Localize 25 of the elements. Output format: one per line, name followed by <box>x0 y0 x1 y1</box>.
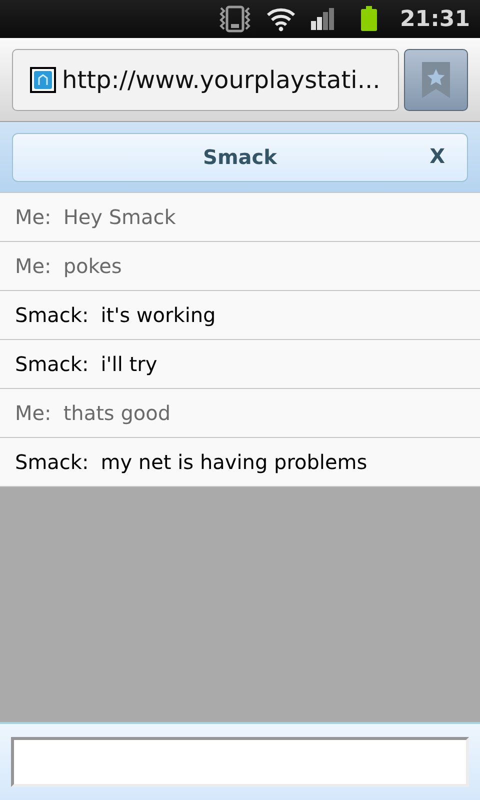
url-text: http://www.yourplaystati... <box>62 66 380 94</box>
sender-name: Me: <box>15 205 52 229</box>
message-text: my net is having problems <box>100 450 368 474</box>
chat-title: Smack <box>203 145 277 169</box>
site-icon <box>30 66 56 92</box>
sender-name: Smack: <box>15 352 89 376</box>
vibrate-icon <box>218 5 252 33</box>
sender-name: Smack: <box>15 303 89 327</box>
sender-name: Smack: <box>15 450 89 474</box>
sender-name: Me: <box>15 401 52 425</box>
signal-icon <box>310 7 336 31</box>
message-text: Hey Smack <box>63 205 176 229</box>
url-field[interactable]: http://www.yourplaystati... <box>12 48 399 110</box>
message-text: thats good <box>63 401 171 425</box>
clock-time: 21:31 <box>400 6 470 32</box>
bookmark-button[interactable] <box>404 48 468 110</box>
sender-name: Me: <box>15 254 52 278</box>
message-input[interactable] <box>11 737 469 787</box>
battery-icon <box>360 6 378 32</box>
message-text: pokes <box>63 254 122 278</box>
wifi-icon <box>266 6 296 32</box>
bookmark-icon <box>421 60 451 98</box>
close-button[interactable]: X <box>426 142 449 170</box>
message-text: i'll try <box>100 352 158 376</box>
message-text: it's working <box>100 303 216 327</box>
